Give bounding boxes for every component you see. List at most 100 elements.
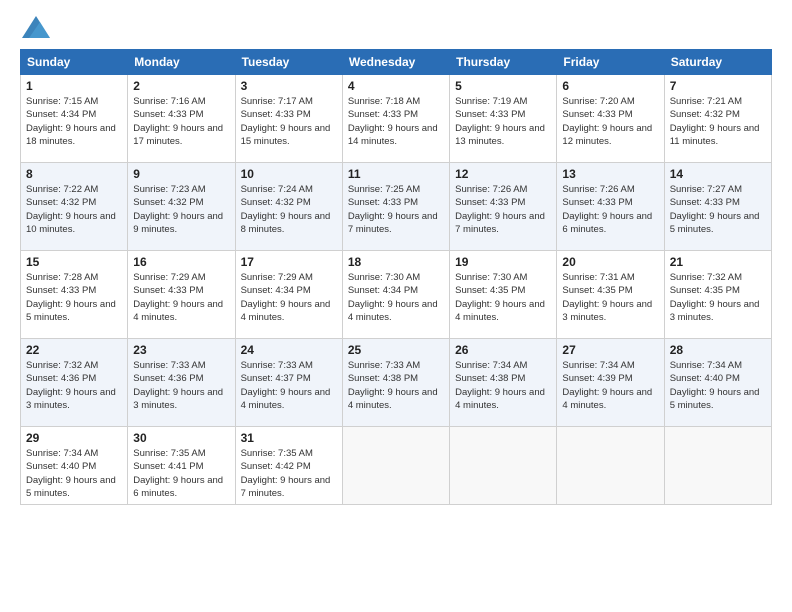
calendar-cell	[557, 427, 664, 505]
logo-icon	[22, 16, 50, 38]
day-number: 13	[562, 167, 658, 181]
day-number: 26	[455, 343, 551, 357]
calendar-cell	[450, 427, 557, 505]
calendar-cell: 13 Sunrise: 7:26 AMSunset: 4:33 PMDaylig…	[557, 163, 664, 251]
day-info: Sunrise: 7:23 AMSunset: 4:32 PMDaylight:…	[133, 184, 223, 235]
day-number: 21	[670, 255, 766, 269]
weekday-header-friday: Friday	[557, 50, 664, 75]
calendar-cell: 12 Sunrise: 7:26 AMSunset: 4:33 PMDaylig…	[450, 163, 557, 251]
calendar-cell: 28 Sunrise: 7:34 AMSunset: 4:40 PMDaylig…	[664, 339, 771, 427]
calendar-cell: 23 Sunrise: 7:33 AMSunset: 4:36 PMDaylig…	[128, 339, 235, 427]
day-number: 23	[133, 343, 229, 357]
day-info: Sunrise: 7:27 AMSunset: 4:33 PMDaylight:…	[670, 184, 760, 235]
calendar-cell: 6 Sunrise: 7:20 AMSunset: 4:33 PMDayligh…	[557, 75, 664, 163]
calendar-header-row: SundayMondayTuesdayWednesdayThursdayFrid…	[21, 50, 772, 75]
weekday-header-wednesday: Wednesday	[342, 50, 449, 75]
day-number: 2	[133, 79, 229, 93]
calendar-cell: 10 Sunrise: 7:24 AMSunset: 4:32 PMDaylig…	[235, 163, 342, 251]
day-number: 22	[26, 343, 122, 357]
calendar-cell: 16 Sunrise: 7:29 AMSunset: 4:33 PMDaylig…	[128, 251, 235, 339]
calendar-cell: 17 Sunrise: 7:29 AMSunset: 4:34 PMDaylig…	[235, 251, 342, 339]
day-info: Sunrise: 7:18 AMSunset: 4:33 PMDaylight:…	[348, 96, 438, 147]
day-number: 24	[241, 343, 337, 357]
day-number: 14	[670, 167, 766, 181]
day-number: 7	[670, 79, 766, 93]
calendar-cell: 24 Sunrise: 7:33 AMSunset: 4:37 PMDaylig…	[235, 339, 342, 427]
day-number: 17	[241, 255, 337, 269]
day-info: Sunrise: 7:20 AMSunset: 4:33 PMDaylight:…	[562, 96, 652, 147]
calendar-week-5: 29 Sunrise: 7:34 AMSunset: 4:40 PMDaylig…	[21, 427, 772, 505]
calendar-cell	[664, 427, 771, 505]
calendar-body: 1 Sunrise: 7:15 AMSunset: 4:34 PMDayligh…	[21, 75, 772, 505]
calendar-cell: 2 Sunrise: 7:16 AMSunset: 4:33 PMDayligh…	[128, 75, 235, 163]
day-info: Sunrise: 7:28 AMSunset: 4:33 PMDaylight:…	[26, 272, 116, 323]
day-number: 4	[348, 79, 444, 93]
day-info: Sunrise: 7:25 AMSunset: 4:33 PMDaylight:…	[348, 184, 438, 235]
calendar-cell: 19 Sunrise: 7:30 AMSunset: 4:35 PMDaylig…	[450, 251, 557, 339]
calendar-cell: 21 Sunrise: 7:32 AMSunset: 4:35 PMDaylig…	[664, 251, 771, 339]
day-number: 15	[26, 255, 122, 269]
day-number: 29	[26, 431, 122, 445]
logo	[20, 16, 50, 43]
day-info: Sunrise: 7:19 AMSunset: 4:33 PMDaylight:…	[455, 96, 545, 147]
calendar-week-1: 1 Sunrise: 7:15 AMSunset: 4:34 PMDayligh…	[21, 75, 772, 163]
day-info: Sunrise: 7:21 AMSunset: 4:32 PMDaylight:…	[670, 96, 760, 147]
day-info: Sunrise: 7:16 AMSunset: 4:33 PMDaylight:…	[133, 96, 223, 147]
page-container: SundayMondayTuesdayWednesdayThursdayFrid…	[0, 0, 792, 517]
day-info: Sunrise: 7:35 AMSunset: 4:41 PMDaylight:…	[133, 448, 223, 499]
day-number: 9	[133, 167, 229, 181]
day-info: Sunrise: 7:34 AMSunset: 4:39 PMDaylight:…	[562, 360, 652, 411]
calendar-cell: 4 Sunrise: 7:18 AMSunset: 4:33 PMDayligh…	[342, 75, 449, 163]
day-number: 18	[348, 255, 444, 269]
day-info: Sunrise: 7:32 AMSunset: 4:35 PMDaylight:…	[670, 272, 760, 323]
calendar-cell: 15 Sunrise: 7:28 AMSunset: 4:33 PMDaylig…	[21, 251, 128, 339]
day-number: 20	[562, 255, 658, 269]
day-info: Sunrise: 7:31 AMSunset: 4:35 PMDaylight:…	[562, 272, 652, 323]
day-info: Sunrise: 7:24 AMSunset: 4:32 PMDaylight:…	[241, 184, 331, 235]
logo-text	[20, 16, 50, 43]
calendar-table: SundayMondayTuesdayWednesdayThursdayFrid…	[20, 49, 772, 505]
calendar-week-2: 8 Sunrise: 7:22 AMSunset: 4:32 PMDayligh…	[21, 163, 772, 251]
calendar-cell: 11 Sunrise: 7:25 AMSunset: 4:33 PMDaylig…	[342, 163, 449, 251]
calendar-cell: 3 Sunrise: 7:17 AMSunset: 4:33 PMDayligh…	[235, 75, 342, 163]
day-info: Sunrise: 7:33 AMSunset: 4:37 PMDaylight:…	[241, 360, 331, 411]
day-info: Sunrise: 7:33 AMSunset: 4:38 PMDaylight:…	[348, 360, 438, 411]
weekday-header-saturday: Saturday	[664, 50, 771, 75]
weekday-header-tuesday: Tuesday	[235, 50, 342, 75]
day-number: 27	[562, 343, 658, 357]
day-info: Sunrise: 7:30 AMSunset: 4:35 PMDaylight:…	[455, 272, 545, 323]
calendar-cell: 7 Sunrise: 7:21 AMSunset: 4:32 PMDayligh…	[664, 75, 771, 163]
day-number: 10	[241, 167, 337, 181]
day-info: Sunrise: 7:15 AMSunset: 4:34 PMDaylight:…	[26, 96, 116, 147]
day-number: 3	[241, 79, 337, 93]
day-number: 19	[455, 255, 551, 269]
calendar-week-4: 22 Sunrise: 7:32 AMSunset: 4:36 PMDaylig…	[21, 339, 772, 427]
day-number: 8	[26, 167, 122, 181]
day-info: Sunrise: 7:29 AMSunset: 4:33 PMDaylight:…	[133, 272, 223, 323]
calendar-cell: 20 Sunrise: 7:31 AMSunset: 4:35 PMDaylig…	[557, 251, 664, 339]
calendar-cell: 31 Sunrise: 7:35 AMSunset: 4:42 PMDaylig…	[235, 427, 342, 505]
day-number: 5	[455, 79, 551, 93]
weekday-header-thursday: Thursday	[450, 50, 557, 75]
day-number: 25	[348, 343, 444, 357]
calendar-cell: 8 Sunrise: 7:22 AMSunset: 4:32 PMDayligh…	[21, 163, 128, 251]
day-info: Sunrise: 7:32 AMSunset: 4:36 PMDaylight:…	[26, 360, 116, 411]
day-number: 30	[133, 431, 229, 445]
calendar-cell: 1 Sunrise: 7:15 AMSunset: 4:34 PMDayligh…	[21, 75, 128, 163]
calendar-cell: 22 Sunrise: 7:32 AMSunset: 4:36 PMDaylig…	[21, 339, 128, 427]
calendar-week-3: 15 Sunrise: 7:28 AMSunset: 4:33 PMDaylig…	[21, 251, 772, 339]
day-number: 6	[562, 79, 658, 93]
calendar-cell: 18 Sunrise: 7:30 AMSunset: 4:34 PMDaylig…	[342, 251, 449, 339]
calendar-cell: 14 Sunrise: 7:27 AMSunset: 4:33 PMDaylig…	[664, 163, 771, 251]
day-info: Sunrise: 7:34 AMSunset: 4:40 PMDaylight:…	[26, 448, 116, 499]
day-info: Sunrise: 7:35 AMSunset: 4:42 PMDaylight:…	[241, 448, 331, 499]
calendar-cell	[342, 427, 449, 505]
day-info: Sunrise: 7:26 AMSunset: 4:33 PMDaylight:…	[562, 184, 652, 235]
calendar-cell: 9 Sunrise: 7:23 AMSunset: 4:32 PMDayligh…	[128, 163, 235, 251]
day-info: Sunrise: 7:22 AMSunset: 4:32 PMDaylight:…	[26, 184, 116, 235]
day-info: Sunrise: 7:30 AMSunset: 4:34 PMDaylight:…	[348, 272, 438, 323]
calendar-cell: 30 Sunrise: 7:35 AMSunset: 4:41 PMDaylig…	[128, 427, 235, 505]
day-info: Sunrise: 7:33 AMSunset: 4:36 PMDaylight:…	[133, 360, 223, 411]
day-number: 1	[26, 79, 122, 93]
day-number: 16	[133, 255, 229, 269]
